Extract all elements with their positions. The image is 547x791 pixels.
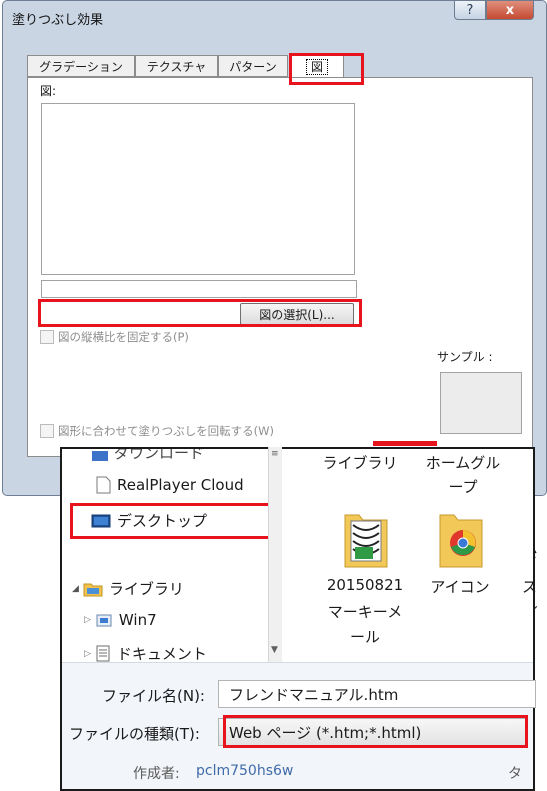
highlight-desktop xyxy=(70,503,271,539)
expand-arrow-icon: ▷ xyxy=(84,648,91,659)
win7-library-icon xyxy=(96,614,112,627)
picture-path-field xyxy=(41,280,357,298)
folder-20150821-name-line2: マーキーメ xyxy=(327,603,403,621)
picture-label: 図: xyxy=(40,84,57,98)
nav-item-realplayer[interactable]: RealPlayer Cloud xyxy=(96,476,244,494)
author-link[interactable]: pclm750hs6w xyxy=(196,763,293,779)
nav-item-documents[interactable]: ▷ ドキュメント xyxy=(84,643,207,664)
highlight-select-button xyxy=(38,299,362,327)
highlight-picture-tab xyxy=(289,53,364,85)
folder-20150821[interactable] xyxy=(343,507,389,573)
nav-item-realplayer-label: RealPlayer Cloud xyxy=(117,476,244,494)
close-button[interactable]: x xyxy=(486,0,534,20)
file-icon xyxy=(96,476,111,494)
lock-aspect-label: 図の縦横比を固定する(P) xyxy=(58,330,189,344)
content-homegroup-line2: ープ xyxy=(448,478,478,496)
highlight-top-edge xyxy=(373,441,437,446)
lock-aspect-checkbox[interactable]: 図の縦横比を固定する(P) xyxy=(40,329,189,345)
checkbox-icon xyxy=(40,424,54,438)
library-icon xyxy=(83,583,103,596)
sample-preview xyxy=(440,372,522,434)
nav-item-win7-label: Win7 xyxy=(118,611,157,629)
nav-item-libraries[interactable]: ◢ ライブラリ xyxy=(72,578,184,599)
filename-label: ファイル名(N): xyxy=(102,687,205,705)
dialog-title: 塗りつぶし効果 xyxy=(12,13,104,28)
folder-20150821-name-line3: ール xyxy=(349,628,380,646)
tab-gradient[interactable]: グラデーション xyxy=(27,55,135,77)
folder-20150821-name-line1: 20150821 xyxy=(326,576,404,594)
tab-texture[interactable]: テクスチャ xyxy=(135,55,218,77)
author-label: 作成者: xyxy=(133,766,180,782)
tags-label: タ xyxy=(508,766,522,782)
scroll-down-icon: ▼ xyxy=(271,645,278,655)
content-homegroup-line1: ホームグル xyxy=(425,454,501,472)
scroll-up-icon: ≡ xyxy=(271,449,279,459)
help-button[interactable]: ? xyxy=(454,0,486,20)
picture-preview xyxy=(41,103,355,275)
filetype-label: ファイルの種類(T): xyxy=(69,725,200,743)
rotate-with-shape-checkbox[interactable]: 図形に合わせて塗りつぶしを回転する(W) xyxy=(40,423,274,439)
partial-item-name: ス xyxy=(522,578,536,596)
filename-input[interactable]: フレンドマニュアル.htm xyxy=(218,680,536,708)
folder-icon xyxy=(439,514,483,568)
document-icon xyxy=(96,645,110,662)
tab-pattern[interactable]: パターン xyxy=(218,55,288,77)
expand-arrow-icon: ▷ xyxy=(84,615,91,625)
sample-label: サンプル : xyxy=(437,350,493,364)
nav-item-downloads-label: ダウンロード xyxy=(114,449,205,462)
tab-bar: グラデーション テクスチャ パターン 図 xyxy=(27,55,527,78)
nav-item-win7[interactable]: ▷ Win7 xyxy=(84,611,157,629)
collapse-arrow-icon: ◢ xyxy=(72,583,79,594)
nav-item-libraries-label: ライブラリ xyxy=(108,580,184,598)
highlight-filetype xyxy=(223,715,528,748)
nav-item-downloads[interactable]: ダウンロード xyxy=(92,449,204,463)
nav-scrollbar[interactable]: ≡ ▼ xyxy=(268,447,282,662)
rotate-with-shape-label: 図形に合わせて塗りつぶしを回転する(W) xyxy=(58,424,274,438)
folder-icon xyxy=(344,514,388,568)
download-icon xyxy=(92,451,108,461)
folder-icons[interactable] xyxy=(438,507,484,573)
folder-icons-name: アイコン xyxy=(430,578,490,596)
content-library-label: ライブラリ xyxy=(322,454,398,472)
nav-item-documents-label: ドキュメント xyxy=(116,645,207,663)
checkbox-icon xyxy=(40,330,54,344)
